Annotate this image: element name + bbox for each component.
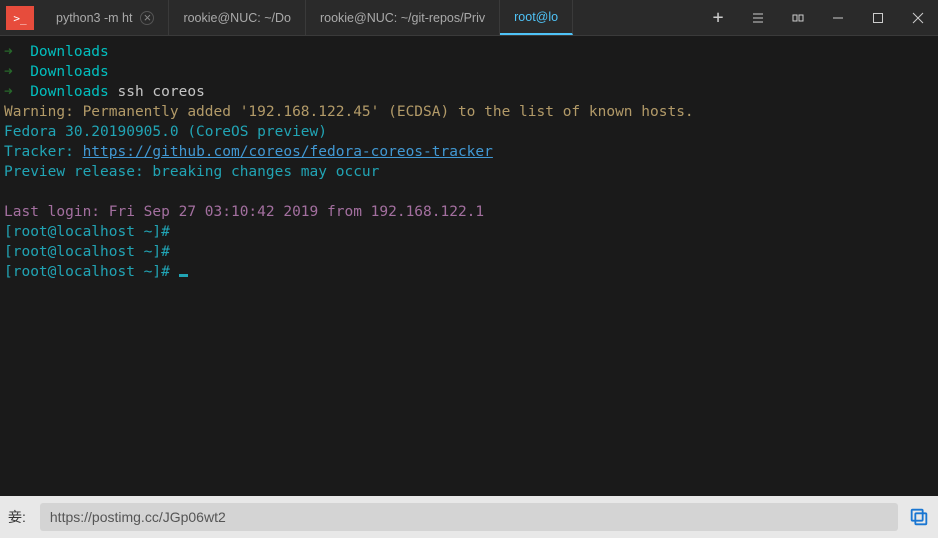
menu-icon[interactable]	[738, 0, 778, 36]
split-icon[interactable]	[778, 0, 818, 36]
terminal-line: Tracker: https://github.com/coreos/fedor…	[4, 142, 934, 162]
tab-rookie-do[interactable]: rookie@NUC: ~/Do	[169, 0, 306, 35]
address-bar: 妾: https://postimg.cc/JGp06wt2	[0, 496, 938, 538]
titlebar: >_ python3 -m ht × rookie@NUC: ~/Do rook…	[0, 0, 938, 36]
tab-python3[interactable]: python3 -m ht ×	[42, 0, 169, 35]
tab-label: python3 -m ht	[56, 11, 132, 25]
tab-label: rookie@NUC: ~/Do	[183, 11, 291, 25]
terminal-line: [root@localhost ~]#	[4, 222, 934, 242]
cursor	[179, 274, 188, 277]
terminal-line: ➜ Downloads ssh coreos	[4, 82, 934, 102]
minimize-icon[interactable]	[818, 0, 858, 36]
new-tab-button[interactable]: +	[698, 0, 738, 35]
tracker-link[interactable]: https://github.com/coreos/fedora-coreos-…	[83, 144, 493, 160]
terminal-line: ➜ Downloads	[4, 42, 934, 62]
terminal-line: [root@localhost ~]#	[4, 242, 934, 262]
terminal-line: Fedora 30.20190905.0 (CoreOS preview)	[4, 122, 934, 142]
terminal-line: [root@localhost ~]#	[4, 262, 934, 282]
terminal-line: ➜ Downloads	[4, 62, 934, 82]
copy-icon[interactable]	[908, 506, 930, 528]
url-input[interactable]: https://postimg.cc/JGp06wt2	[40, 503, 898, 531]
maximize-icon[interactable]	[858, 0, 898, 36]
close-icon[interactable]	[898, 0, 938, 36]
terminal-line: Preview release: breaking changes may oc…	[4, 162, 934, 182]
address-label: 妾:	[8, 507, 26, 527]
terminal-viewport[interactable]: ➜ Downloads ➜ Downloads ➜ Downloads ssh …	[0, 36, 938, 496]
terminal-line: Last login: Fri Sep 27 03:10:42 2019 fro…	[4, 202, 934, 222]
tab-rookie-git[interactable]: rookie@NUC: ~/git-repos/Priv	[306, 0, 500, 35]
tab-label: rookie@NUC: ~/git-repos/Priv	[320, 11, 485, 25]
tab-root-localhost[interactable]: root@lo	[500, 0, 573, 35]
tab-close-icon[interactable]: ×	[140, 11, 154, 25]
tab-strip: python3 -m ht × rookie@NUC: ~/Do rookie@…	[42, 0, 698, 35]
window-controls	[738, 0, 938, 35]
tab-label: root@lo	[514, 10, 558, 24]
terminal-line	[4, 182, 934, 202]
terminal-line: Warning: Permanently added '192.168.122.…	[4, 102, 934, 122]
terminal-app-icon: >_	[6, 6, 34, 30]
